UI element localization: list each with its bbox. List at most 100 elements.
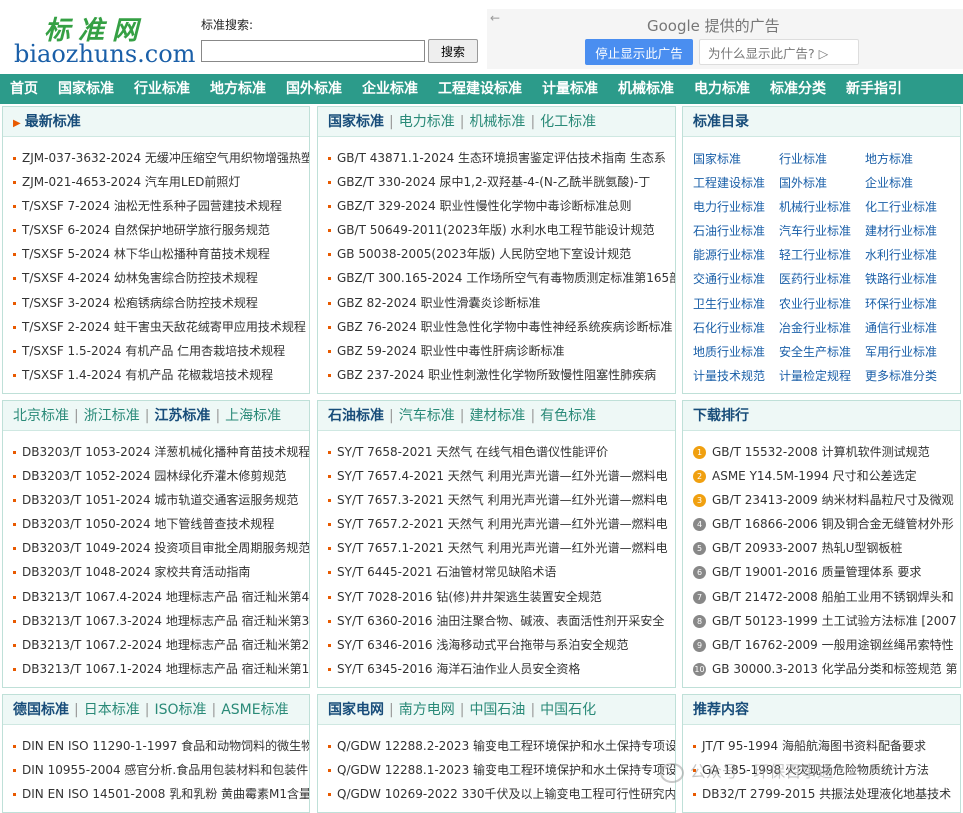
list-item[interactable]: SY/T 6345-2016 海洋石油作业人员安全资格 xyxy=(328,657,675,681)
list-item[interactable]: T/SXSF 7-2024 油松无性系种子园营建技术规程 xyxy=(13,194,309,218)
list-item[interactable]: T/SXSF 5-2024 林下华山松播种育苗技术规程 xyxy=(13,242,309,266)
item-link[interactable]: DB3203/T 1051-2024 城市轨道交通客运服务规范 xyxy=(22,493,298,507)
item-link[interactable]: T/SXSF 3-2024 松疱锈病综合防控技术规程 xyxy=(22,296,258,310)
tab-grid-0[interactable]: 国家电网 xyxy=(328,702,384,718)
tab-industry-0[interactable]: 石油标准 xyxy=(328,408,384,424)
list-item[interactable]: ZJM-037-3632-2024 无缓冲压缩空气用织物增强热塑 xyxy=(13,146,309,170)
tab-foreign-1[interactable]: 日本标准 xyxy=(84,702,140,718)
item-link[interactable]: Q/GDW 12288.1-2023 输变电工程环境保护和水土保持专项设 xyxy=(337,763,675,777)
list-item[interactable]: DB3203/T 1052-2024 园林绿化乔灌木修剪规范 xyxy=(13,464,309,488)
tab-foreign-3[interactable]: ASME标准 xyxy=(221,702,288,718)
list-item[interactable]: DIN 10955-2004 感官分析.食品用包装材料和包装件 xyxy=(13,758,309,782)
catalog-link[interactable]: 轻工行业标准 xyxy=(779,243,865,267)
catalog-link[interactable]: 化工行业标准 xyxy=(865,195,951,219)
list-item[interactable]: T/SXSF 4-2024 幼林兔害综合防控技术规程 xyxy=(13,266,309,290)
list-item[interactable]: T/SXSF 1.5-2024 有机产品 仁用杏栽培技术规程 xyxy=(13,339,309,363)
list-item[interactable]: 9 GB/T 16762-2009 一般用途钢丝绳吊索特性 xyxy=(693,633,960,657)
tab-industry-2[interactable]: 建材标准 xyxy=(469,408,525,424)
item-link[interactable]: SY/T 7657.3-2021 天然气 利用光声光谱—红外光谱—燃料电 xyxy=(337,493,668,507)
item-link[interactable]: GB/T 15532-2008 计算机软件测试规范 xyxy=(712,445,930,459)
catalog-link[interactable]: 地方标准 xyxy=(865,147,951,171)
item-link[interactable]: GB/T 16866-2006 铜及铜合金无缝管材外形 xyxy=(712,517,954,531)
list-item[interactable]: GB 50038-2005(2023年版) 人民防空地下室设计规范 xyxy=(328,242,675,266)
list-item[interactable]: DB32/T 2799-2015 共振法处理液化地基技术 xyxy=(693,782,960,806)
list-item[interactable]: DB3213/T 1067.1-2024 地理标志产品 宿迁籼米第1 xyxy=(13,657,309,681)
item-link[interactable]: ASME Y14.5M-1994 尺寸和公差选定 xyxy=(712,469,917,483)
catalog-link[interactable]: 铁路行业标准 xyxy=(865,267,951,291)
list-item[interactable]: GBZ 82-2024 职业性滑囊炎诊断标准 xyxy=(328,291,675,315)
list-item[interactable]: Q/GDW 12288.1-2023 输变电工程环境保护和水土保持专项设 xyxy=(328,758,675,782)
catalog-link[interactable]: 环保行业标准 xyxy=(865,292,951,316)
ad-why-button[interactable]: 为什么显示此广告? ▷ xyxy=(699,39,859,65)
item-link[interactable]: Q/GDW 12288.2-2023 输变电工程环境保护和水土保持专项设 xyxy=(337,739,675,753)
list-item[interactable]: T/SXSF 2-2024 蛀干害虫天敌花绒寄甲应用技术规程 xyxy=(13,315,309,339)
list-item[interactable]: GB/T 50649-2011(2023年版) 水利水电工程节能设计规范 xyxy=(328,218,675,242)
list-item[interactable]: GBZ 59-2024 职业性中毒性肝病诊断标准 xyxy=(328,339,675,363)
list-item[interactable]: GBZ/T 300.165-2024 工作场所空气有毒物质测定标准第165部 xyxy=(328,266,675,290)
tab-national-2[interactable]: 机械标准 xyxy=(469,114,525,130)
list-item[interactable]: T/SXSF 1.4-2024 有机产品 花椒栽培技术规程 xyxy=(13,363,309,387)
catalog-link[interactable]: 卫生行业标准 xyxy=(693,292,779,316)
tab-grid-1[interactable]: 南方电网 xyxy=(399,702,455,718)
catalog-link[interactable]: 安全生产标准 xyxy=(779,340,865,364)
tab-local-1[interactable]: 浙江标准 xyxy=(84,408,140,424)
list-item[interactable]: T/SXSF 3-2024 松疱锈病综合防控技术规程 xyxy=(13,291,309,315)
logo-domain[interactable]: biaozhuns.com xyxy=(14,40,195,68)
list-item[interactable]: 8 GB/T 50123-1999 土工试验方法标准 [2007 xyxy=(693,609,960,633)
item-link[interactable]: GB/T 16762-2009 一般用途钢丝绳吊索特性 xyxy=(712,638,954,652)
nav-item[interactable]: 地方标准 xyxy=(200,74,276,104)
item-link[interactable]: GB 50038-2005(2023年版) 人民防空地下室设计规范 xyxy=(337,247,631,261)
list-item[interactable]: GB/T 43871.1-2024 生态环境损害鉴定评估技术指南 生态系 xyxy=(328,146,675,170)
list-item[interactable]: 4 GB/T 16866-2006 铜及铜合金无缝管材外形 xyxy=(693,512,960,536)
item-link[interactable]: DB3213/T 1067.4-2024 地理标志产品 宿迁籼米第4 xyxy=(22,590,309,604)
tab-local-0[interactable]: 北京标准 xyxy=(13,408,69,424)
item-link[interactable]: SY/T 6360-2016 油田注聚合物、碱液、表面活性剂开采安全 xyxy=(337,614,664,628)
catalog-link[interactable]: 交通行业标准 xyxy=(693,267,779,291)
item-link[interactable]: GB/T 19001-2016 质量管理体系 要求 xyxy=(712,565,921,579)
tab-national-0[interactable]: 国家标准 xyxy=(328,114,384,130)
list-item[interactable]: SY/T 6346-2016 浅海移动式平台拖带与系泊安全规范 xyxy=(328,633,675,657)
list-item[interactable]: 6 GB/T 19001-2016 质量管理体系 要求 xyxy=(693,560,960,584)
list-item[interactable]: DB3203/T 1049-2024 投资项目审批全周期服务规范 xyxy=(13,536,309,560)
tab-national-1[interactable]: 电力标准 xyxy=(399,114,455,130)
list-item[interactable]: JT/T 95-1994 海船航海图书资料配备要求 xyxy=(693,734,960,758)
list-item[interactable]: DB3203/T 1053-2024 洋葱机械化播种育苗技术规程 xyxy=(13,440,309,464)
catalog-link[interactable]: 更多标准分类 xyxy=(865,364,951,388)
tab-local-2[interactable]: 江苏标准 xyxy=(154,408,210,424)
item-link[interactable]: SY/T 7657.1-2021 天然气 利用光声光谱—红外光谱—燃料电 xyxy=(337,541,668,555)
item-link[interactable]: DB3213/T 1067.1-2024 地理标志产品 宿迁籼米第1 xyxy=(22,662,309,676)
catalog-link[interactable]: 电力行业标准 xyxy=(693,195,779,219)
tab-foreign-2[interactable]: ISO标准 xyxy=(154,702,206,718)
catalog-link[interactable]: 建材行业标准 xyxy=(865,219,951,243)
catalog-link[interactable]: 国家标准 xyxy=(693,147,779,171)
tab-grid-2[interactable]: 中国石油 xyxy=(469,702,525,718)
list-item[interactable]: DB3213/T 1067.3-2024 地理标志产品 宿迁籼米第3 xyxy=(13,609,309,633)
tab-foreign-0[interactable]: 德国标准 xyxy=(13,702,69,718)
item-link[interactable]: GB/T 43871.1-2024 生态环境损害鉴定评估技术指南 生态系 xyxy=(337,151,666,165)
catalog-link[interactable]: 农业行业标准 xyxy=(779,292,865,316)
item-link[interactable]: T/SXSF 7-2024 油松无性系种子园营建技术规程 xyxy=(22,199,282,213)
item-link[interactable]: GBZ 82-2024 职业性滑囊炎诊断标准 xyxy=(337,296,541,310)
item-link[interactable]: DIN EN ISO 11290-1-1997 食品和动物饲料的微生物 xyxy=(22,739,309,753)
catalog-link[interactable]: 企业标准 xyxy=(865,171,951,195)
list-item[interactable]: T/SXSF 6-2024 自然保护地研学旅行服务规范 xyxy=(13,218,309,242)
catalog-link[interactable]: 医药行业标准 xyxy=(779,267,865,291)
list-item[interactable]: DIN EN ISO 11290-1-1997 食品和动物饲料的微生物 xyxy=(13,734,309,758)
item-link[interactable]: T/SXSF 1.5-2024 有机产品 仁用杏栽培技术规程 xyxy=(22,344,285,358)
list-item[interactable]: GBZ 76-2024 职业性急性化学物中毒性神经系统疾病诊断标准 xyxy=(328,315,675,339)
item-link[interactable]: DIN EN ISO 14501-2008 乳和乳粉 黄曲霉素M1含量 xyxy=(22,787,309,801)
list-item[interactable]: 1 GB/T 15532-2008 计算机软件测试规范 xyxy=(693,440,960,464)
list-item[interactable]: SY/T 7658-2021 天然气 在线气相色谱仪性能评价 xyxy=(328,440,675,464)
list-item[interactable]: ZJM-021-4653-2024 汽车用LED前照灯 xyxy=(13,170,309,194)
item-link[interactable]: ZJM-021-4653-2024 汽车用LED前照灯 xyxy=(22,175,240,189)
list-item[interactable]: SY/T 6360-2016 油田注聚合物、碱液、表面活性剂开采安全 xyxy=(328,609,675,633)
item-link[interactable]: GB/T 50649-2011(2023年版) 水利水电工程节能设计规范 xyxy=(337,223,654,237)
catalog-link[interactable]: 汽车行业标准 xyxy=(779,219,865,243)
nav-item[interactable]: 电力标准 xyxy=(684,74,760,104)
list-item[interactable]: DB3203/T 1051-2024 城市轨道交通客运服务规范 xyxy=(13,488,309,512)
item-link[interactable]: DB3203/T 1050-2024 地下管线普查技术规程 xyxy=(22,517,274,531)
nav-item[interactable]: 行业标准 xyxy=(124,74,200,104)
item-link[interactable]: GB 30000.3-2013 化学品分类和标签规范 第 xyxy=(712,662,957,676)
list-item[interactable]: SY/T 6445-2021 石油管材常见缺陷术语 xyxy=(328,560,675,584)
item-link[interactable]: DB3213/T 1067.2-2024 地理标志产品 宿迁籼米第2 xyxy=(22,638,309,652)
